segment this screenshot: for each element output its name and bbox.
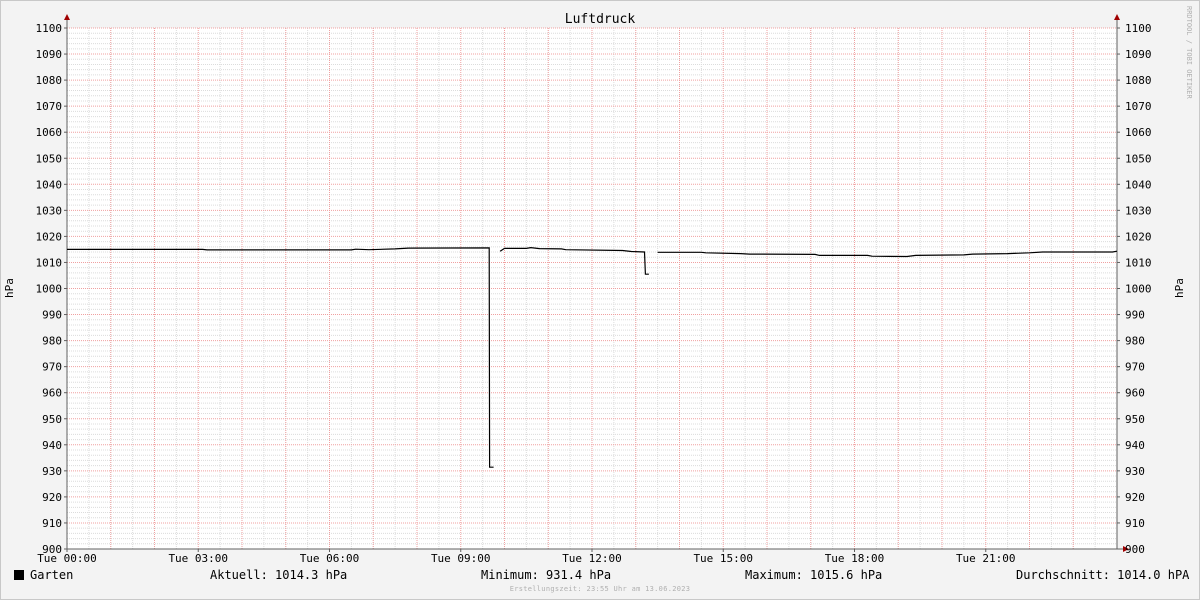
legend-maximum: Maximum: 1015.6 hPa [745, 568, 883, 582]
y-axis-arrow-right [1114, 14, 1120, 20]
y-tick-label-right: 1090 [1125, 48, 1152, 61]
y-tick-label-left: 1050 [36, 152, 63, 165]
creation-timestamp: Erstellungszeit: 23:55 Uhr am 13.06.2023 [509, 585, 691, 593]
legend-average: Durchschnitt: 1014.0 hPA [1016, 568, 1190, 582]
y-tick-label-left: 1010 [36, 256, 63, 269]
y-tick-label-right: 980 [1125, 335, 1145, 348]
y-tick-label-right: 930 [1125, 465, 1145, 478]
y-tick-label-left: 940 [42, 439, 62, 452]
y-tick-label-left: 970 [42, 361, 62, 374]
y-tick-label-right: 960 [1125, 387, 1145, 400]
y-tick-label-right: 900 [1125, 543, 1145, 556]
y-tick-label-right: 990 [1125, 309, 1145, 322]
legend-current: Aktuell: 1014.3 hPa [210, 568, 348, 582]
x-tick-label: Tue 12:00 [562, 552, 622, 565]
y-tick-label-right: 910 [1125, 517, 1145, 530]
y-tick-label-right: 1040 [1125, 178, 1152, 191]
y-tick-label-right: 1020 [1125, 230, 1152, 243]
y-tick-label-left: 990 [42, 309, 62, 322]
y-tick-label-left: 980 [42, 335, 62, 348]
x-tick-label: Tue 18:00 [825, 552, 885, 565]
y-axis-label-left: hPa [3, 278, 16, 298]
y-tick-label-left: 930 [42, 465, 62, 478]
y-tick-label-right: 1010 [1125, 256, 1152, 269]
y-tick-label-left: 1070 [36, 100, 63, 113]
y-tick-label-right: 1000 [1125, 283, 1152, 296]
y-tick-label-left: 1060 [36, 126, 63, 139]
x-tick-label: Tue 03:00 [168, 552, 228, 565]
legend-swatch [14, 570, 24, 580]
y-tick-label-right: 950 [1125, 413, 1145, 426]
y-tick-label-right: 1050 [1125, 152, 1152, 165]
y-tick-label-right: 1030 [1125, 204, 1152, 217]
x-tick-label: Tue 00:00 [37, 552, 97, 565]
y-axis-arrow-left [64, 14, 70, 20]
x-tick-label: Tue 15:00 [693, 552, 753, 565]
y-tick-label-left: 960 [42, 387, 62, 400]
y-tick-label-left: 910 [42, 517, 62, 530]
legend-series-name: Garten [30, 568, 74, 582]
y-tick-label-right: 970 [1125, 361, 1145, 374]
y-tick-label-left: 1000 [36, 283, 63, 296]
y-tick-label-left: 1030 [36, 204, 63, 217]
y-tick-label-right: 940 [1125, 439, 1145, 452]
rrdtool-watermark: RRDTOOL / TOBI OETIKER [1185, 6, 1193, 100]
pressure-chart: 900 910 920 930 940 950 960 970 980 990 1000 1010 10… [3, 6, 1193, 565]
y-tick-label-left: 1100 [36, 22, 63, 35]
y-axis-label-right: hPa [1173, 278, 1186, 298]
legend-minimum: Minimum: 931.4 hPa [481, 568, 612, 582]
y-tick-label-right: 920 [1125, 491, 1145, 504]
y-tick-label-right: 1070 [1125, 100, 1152, 113]
x-tick-label: Tue 09:00 [431, 552, 491, 565]
chart-title: Luftdruck [565, 12, 636, 27]
y-tick-label-right: 1080 [1125, 74, 1152, 87]
y-tick-label-left: 920 [42, 491, 62, 504]
x-tick-label: Tue 21:00 [956, 552, 1016, 565]
y-tick-label-left: 1040 [36, 178, 63, 191]
y-tick-label-right: 1060 [1125, 126, 1152, 139]
y-tick-label-left: 950 [42, 413, 62, 426]
x-tick-label: Tue 06:00 [300, 552, 360, 565]
y-tick-label-left: 1020 [36, 230, 63, 243]
y-tick-label-left: 1090 [36, 48, 63, 61]
y-tick-label-left: 1080 [36, 74, 63, 87]
y-tick-label-right: 1100 [1125, 22, 1152, 35]
